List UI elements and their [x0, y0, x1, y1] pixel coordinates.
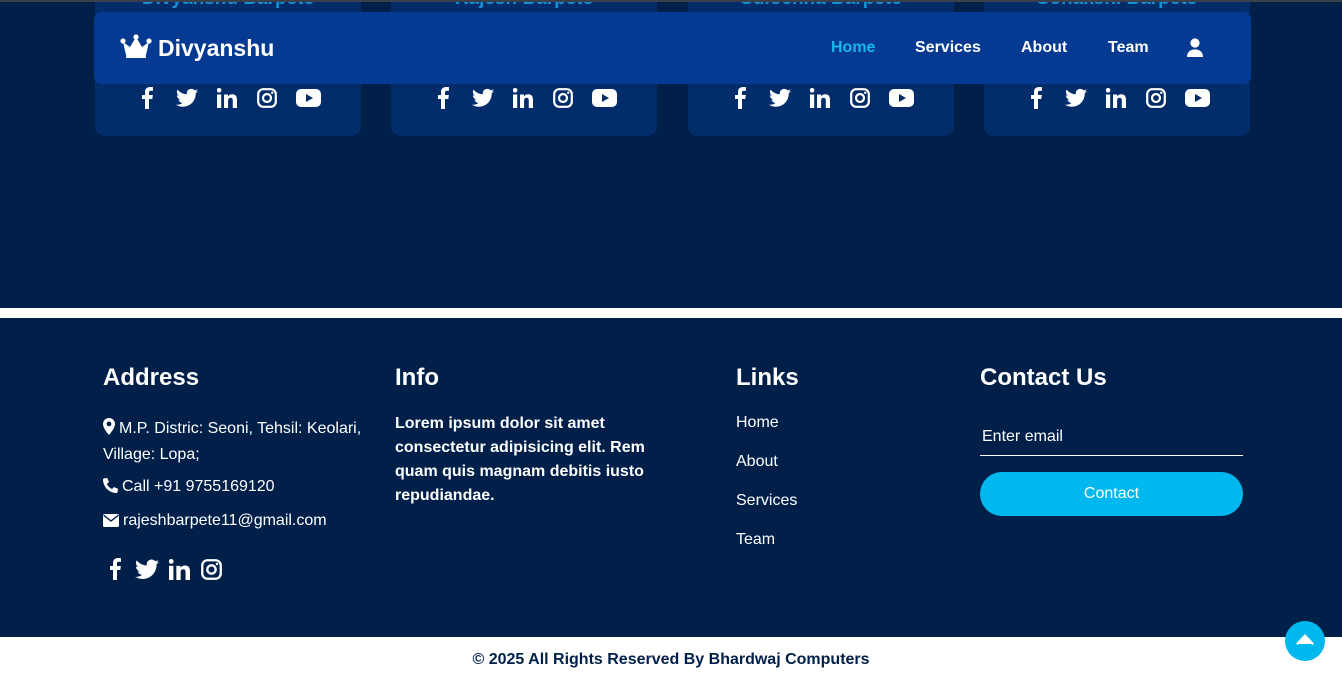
address-location: M.P. Distric: Seoni, Tehsil: Keolari, Vi… [103, 417, 378, 467]
footer-link-home[interactable]: Home [736, 414, 779, 432]
facebook-icon[interactable] [431, 86, 455, 110]
footer-link-team[interactable]: Team [736, 531, 775, 549]
linkedin-icon[interactable] [167, 556, 191, 582]
map-marker-icon [103, 418, 115, 443]
brand-logo[interactable]: Divyanshu [120, 34, 274, 63]
crown-icon [120, 34, 152, 63]
linkedin-icon[interactable] [215, 86, 239, 110]
instagram-icon[interactable] [199, 556, 223, 582]
facebook-icon[interactable] [103, 556, 127, 582]
scroll-to-top-button[interactable] [1285, 621, 1325, 661]
phone-text[interactable]: Call +91 9755169120 [122, 478, 275, 495]
youtube-icon[interactable] [1184, 86, 1210, 110]
twitter-icon[interactable] [135, 556, 159, 582]
address-text: M.P. Distric: Seoni, Tehsil: Keolari, Vi… [103, 420, 362, 463]
envelope-icon [103, 511, 119, 535]
address-title: Address [103, 364, 200, 391]
linkedin-icon[interactable] [1104, 86, 1128, 110]
youtube-icon[interactable] [295, 86, 321, 110]
nav-link-home[interactable]: Home [831, 39, 875, 57]
facebook-icon[interactable] [1024, 86, 1048, 110]
team-member-name: Rajesh Barpete [391, 2, 657, 10]
email-text[interactable]: rajeshbarpete11@gmail.com [123, 512, 327, 529]
twitter-icon[interactable] [1064, 86, 1088, 110]
card-social-links [95, 86, 361, 110]
team-member-name: Sonakshi Barpete [984, 2, 1250, 10]
email-input[interactable] [980, 418, 1243, 456]
facebook-icon[interactable] [728, 86, 752, 110]
facebook-icon[interactable] [135, 86, 159, 110]
instagram-icon[interactable] [1144, 86, 1168, 110]
brand-name: Divyanshu [158, 35, 275, 61]
copyright-text: © 2025 All Rights Reserved By Bhardwaj C… [472, 651, 870, 668]
chevron-up-icon [1296, 632, 1314, 650]
address-email: rajeshbarpete11@gmail.com [103, 509, 378, 535]
instagram-icon[interactable] [551, 86, 575, 110]
navbar: Divyanshu Home Services About Team [94, 12, 1251, 84]
phone-icon [102, 477, 119, 501]
footer-link-about[interactable]: About [736, 453, 778, 471]
twitter-icon[interactable] [175, 86, 199, 110]
twitter-icon[interactable] [471, 86, 495, 110]
linkedin-icon[interactable] [511, 86, 535, 110]
info-title: Info [395, 364, 439, 391]
youtube-icon[interactable] [591, 86, 617, 110]
info-text: Lorem ipsum dolor sit amet consectetur a… [395, 415, 645, 504]
footer-link-services[interactable]: Services [736, 492, 797, 510]
youtube-icon[interactable] [888, 86, 914, 110]
linkedin-icon[interactable] [808, 86, 832, 110]
copyright-bar: © 2025 All Rights Reserved By Bhardwaj C… [0, 637, 1342, 682]
twitter-icon[interactable] [768, 86, 792, 110]
card-social-links [984, 86, 1250, 110]
address-phone: Call +91 9755169120 [102, 475, 378, 501]
contact-title: Contact Us [980, 364, 1107, 391]
links-title: Links [736, 364, 799, 391]
address-social-links [103, 556, 223, 582]
instagram-icon[interactable] [848, 86, 872, 110]
nav-link-services[interactable]: Services [915, 39, 981, 57]
nav-link-about[interactable]: About [1021, 39, 1067, 57]
section-divider [0, 308, 1342, 318]
nav-link-team[interactable]: Team [1108, 39, 1149, 57]
contact-button[interactable]: Contact [980, 472, 1243, 516]
footer: Address M.P. Distric: Seoni, Tehsil: Keo… [0, 318, 1342, 637]
team-member-name: Divyanshu Barpete [95, 2, 361, 10]
card-social-links [688, 86, 954, 110]
card-social-links [391, 86, 657, 110]
team-member-name: Sulochna Barpete [688, 2, 954, 10]
user-icon[interactable] [1186, 38, 1204, 62]
instagram-icon[interactable] [255, 86, 279, 110]
